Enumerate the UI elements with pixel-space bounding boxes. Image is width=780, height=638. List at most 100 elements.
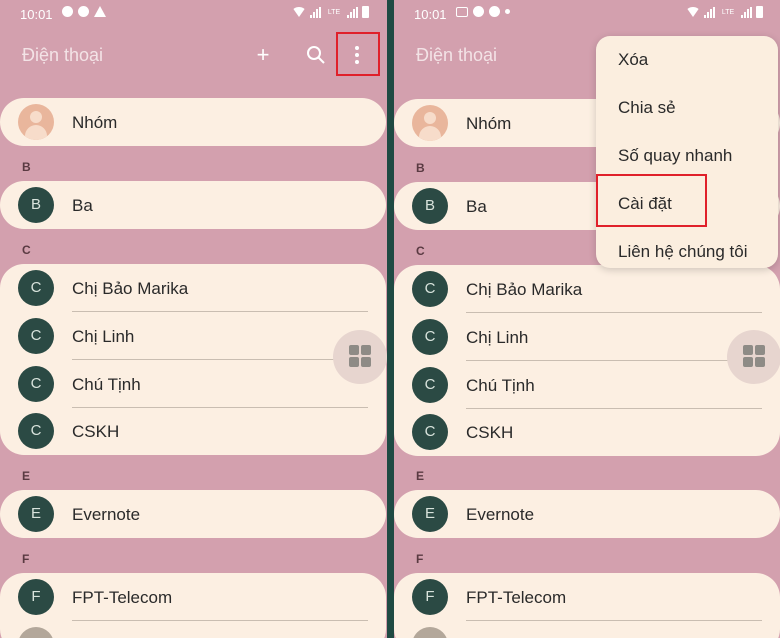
messenger-icon: [62, 6, 73, 17]
highlight-box-settings: [596, 174, 707, 227]
contact-name: FPT-Telecom: [466, 588, 567, 607]
wifi-icon: [686, 7, 700, 17]
avatar: B: [412, 188, 448, 224]
group-avatar-icon: [18, 104, 54, 140]
section-header: E: [22, 469, 31, 483]
contact-name: CSKH: [466, 423, 514, 442]
lte-icon: LTE: [327, 8, 341, 16]
signal-icon: [704, 6, 715, 18]
grid-icon: [349, 345, 371, 367]
divider: [72, 620, 368, 621]
list-item[interactable]: E Evernote: [0, 490, 386, 538]
messenger-icon: [473, 6, 484, 17]
list-item[interactable]: F FPT-Telecom: [0, 573, 386, 621]
divider: [466, 620, 762, 621]
list-item[interactable]: C Chị Linh: [0, 312, 386, 360]
contact-name: Chị Bảo Marika: [466, 280, 583, 299]
contact-name: Evernote: [72, 505, 141, 524]
phone-screen-left: 10:01 LTE Điện thoại + Nhóm B B Ba C C C…: [0, 0, 387, 638]
highlight-box-more: [336, 32, 380, 76]
messenger-icon: [489, 6, 500, 17]
dial-pad-button[interactable]: [727, 330, 780, 384]
list-item[interactable]: C Chị Bảo Marika: [394, 265, 780, 313]
avatar: C: [412, 271, 448, 307]
avatar: F: [412, 579, 448, 615]
contact-name: Chị Linh: [466, 328, 529, 347]
avatar: F: [18, 579, 54, 615]
page-title: Điện thoại: [416, 45, 498, 65]
status-bar: 10:01 LTE: [0, 0, 387, 28]
system-icons: LTE: [686, 6, 763, 18]
avatar: C: [18, 366, 54, 402]
group-card[interactable]: Nhóm: [0, 98, 386, 146]
list-item[interactable]: C Chị Linh: [394, 313, 780, 361]
contact-card: E Evernote: [0, 490, 386, 538]
lte-icon: LTE: [721, 8, 735, 16]
list-item[interactable]: B Ba: [0, 181, 386, 229]
list-item[interactable]: C Chú Tịnh: [394, 361, 780, 409]
signal-icon: [347, 6, 358, 18]
plus-icon[interactable]: +: [250, 42, 276, 68]
grid-icon: [743, 345, 765, 367]
dot-icon: [505, 9, 510, 14]
search-icon[interactable]: [303, 42, 329, 68]
avatar: B: [18, 187, 54, 223]
menu-item-speed-dial[interactable]: Số quay nhanh: [618, 146, 732, 166]
list-item[interactable]: C CSKH: [394, 408, 780, 456]
gallery-icon: [456, 6, 468, 17]
avatar: [412, 627, 448, 638]
section-header: E: [416, 469, 425, 483]
avatar: [18, 627, 54, 638]
list-item[interactable]: C CSKH: [0, 407, 386, 455]
wifi-icon: [292, 7, 306, 17]
avatar: C: [18, 413, 54, 449]
menu-item-share[interactable]: Chia sẻ: [618, 98, 676, 118]
contact-name: Chị Bảo Marika: [72, 279, 189, 298]
list-item[interactable]: C Chị Bảo Marika: [0, 264, 386, 312]
avatar: C: [18, 270, 54, 306]
contact-card: E Evernote: [394, 490, 780, 538]
contact-name: Evernote: [466, 505, 535, 524]
status-bar: 10:01 LTE: [394, 0, 780, 28]
section-header: C: [22, 243, 31, 257]
group-label: Nhóm: [72, 113, 118, 132]
avatar: C: [18, 318, 54, 354]
list-item[interactable]: C Chú Tịnh: [0, 360, 386, 408]
signal-icon: [310, 6, 321, 18]
dial-pad-button[interactable]: [333, 330, 387, 384]
messenger-icon: [78, 6, 89, 17]
contact-card: B Ba: [0, 181, 386, 229]
avatar: E: [412, 496, 448, 532]
contact-name: Ba: [466, 197, 487, 216]
battery-icon: [756, 6, 763, 18]
list-item[interactable]: Nhóm: [0, 98, 386, 146]
contact-name: CSKH: [72, 422, 120, 441]
section-header: C: [416, 244, 425, 258]
contact-name: Chú Tịnh: [72, 375, 141, 394]
contact-name: Chú Tịnh: [466, 376, 535, 395]
status-time: 10:01: [414, 7, 447, 22]
group-avatar-icon: [412, 105, 448, 141]
menu-item-delete[interactable]: Xóa: [618, 50, 648, 70]
contact-name: FPT-Telecom: [72, 588, 173, 607]
status-time: 10:01: [20, 7, 53, 22]
contact-name: Chị Linh: [72, 327, 135, 346]
overflow-menu: Xóa Chia sẻ Số quay nhanh Cài đặt Liên h…: [596, 36, 778, 268]
notification-icons: [456, 6, 510, 17]
app-bar: Điện thoại +: [0, 28, 387, 84]
contact-card: F FPT-Telecom: [394, 573, 780, 638]
notification-icons: [62, 6, 106, 17]
list-item[interactable]: E Evernote: [394, 490, 780, 538]
avatar: C: [412, 367, 448, 403]
section-header: F: [22, 552, 30, 566]
signal-icon: [741, 6, 752, 18]
section-header: B: [22, 160, 31, 174]
page-title: Điện thoại: [22, 45, 104, 65]
group-label: Nhóm: [466, 114, 512, 133]
menu-item-contact-us[interactable]: Liên hệ chúng tôi: [618, 242, 748, 262]
avatar: E: [18, 496, 54, 532]
list-item[interactable]: F FPT-Telecom: [394, 573, 780, 621]
phone-screen-right: 10:01 LTE Điện thoại Nhóm B B Ba C C Chị…: [394, 0, 780, 638]
warning-icon: [94, 6, 106, 17]
contact-name: Ba: [72, 196, 93, 215]
